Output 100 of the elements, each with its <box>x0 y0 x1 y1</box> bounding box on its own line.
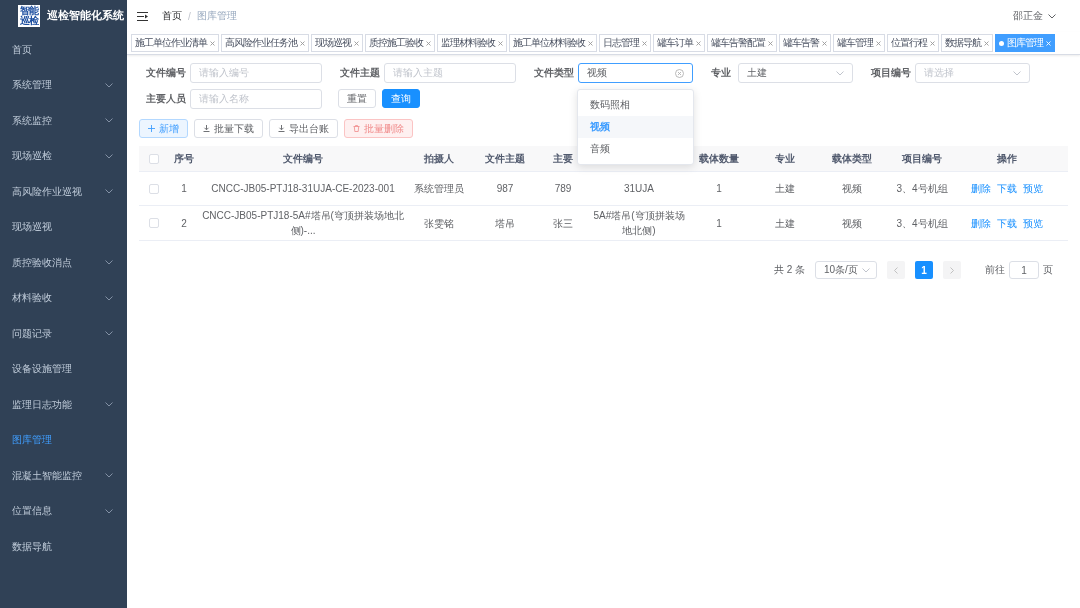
chevron-down-icon <box>1048 13 1056 19</box>
user-menu[interactable]: 邵正金 <box>1013 9 1066 23</box>
close-icon <box>984 40 989 46</box>
tab[interactable]: 监理材料验收 <box>437 34 507 52</box>
page-size-select[interactable]: 10条/页 <box>815 261 877 279</box>
column-header: 拍摄人 <box>423 151 455 166</box>
sidebar-item[interactable]: 图库管理 <box>0 422 127 458</box>
breadcrumb-item[interactable]: 首页 <box>162 9 182 23</box>
select-field[interactable]: 视频 <box>578 63 693 83</box>
close-icon <box>822 40 827 46</box>
tab[interactable]: 质控施工验收 <box>365 34 435 52</box>
table-cell-text: 789 <box>553 182 573 196</box>
sidebar-item[interactable]: 材料验收 <box>0 280 127 316</box>
close-icon <box>210 40 215 46</box>
close-icon <box>498 40 503 46</box>
table-cell-text: 1 <box>715 216 723 231</box>
table-cell-text: 土建 <box>774 182 796 196</box>
chevron-left-icon <box>894 266 898 274</box>
sidebar-item[interactable]: 混凝土智能监控 <box>0 458 127 494</box>
sidebar-item[interactable]: 高风险作业巡视 <box>0 174 127 210</box>
sidebar-item[interactable]: 首页 <box>0 32 127 68</box>
sidebar-item[interactable]: 质控验收消点 <box>0 245 127 281</box>
close-icon <box>768 40 773 46</box>
sidebar-item[interactable]: 现场巡视 <box>0 209 127 245</box>
field-label: 文件主题 <box>340 66 381 80</box>
dropdown-option[interactable]: 音频 <box>578 138 693 160</box>
field-label: 项目编号 <box>871 66 912 80</box>
page-suffix: 页 <box>1043 263 1053 277</box>
app-logo: 智能巡检 <box>18 5 40 27</box>
sidebar-item[interactable]: 设备设施管理 <box>0 351 127 387</box>
table-cell-text: 视频 <box>841 182 863 196</box>
table-cell-text: 3、4号机组 <box>895 216 949 231</box>
tab[interactable]: 施工单位作业清单 <box>131 34 219 52</box>
checkbox[interactable] <box>149 153 159 164</box>
breadcrumb-item: 图库管理 <box>196 9 237 23</box>
checkbox[interactable] <box>149 183 159 194</box>
checkbox[interactable] <box>149 218 159 228</box>
table-cell-text: 1 <box>715 182 723 196</box>
page-input[interactable]: 1 <box>1009 261 1039 279</box>
chevron-right-icon <box>950 266 954 274</box>
table-cell-text: 张三 <box>552 216 574 231</box>
tab[interactable]: 罐车管理 <box>833 34 885 52</box>
sidebar-item[interactable]: 系统管理 <box>0 67 127 103</box>
column-header: 序号 <box>173 151 195 166</box>
download-button[interactable]: 导出台账 <box>269 119 338 138</box>
tab[interactable]: 日志管理 <box>599 34 651 52</box>
breadcrumb-separator: / <box>188 10 191 22</box>
sidebar-item[interactable]: 数据导航 <box>0 529 127 565</box>
sidebar-item[interactable]: 监理日志功能 <box>0 387 127 423</box>
close-icon <box>1046 40 1051 46</box>
column-header: 载体数量 <box>698 151 740 166</box>
app-title: 巡检智能化系统 <box>47 9 124 23</box>
table-cell-text: 31UJA <box>623 182 655 196</box>
close-icon <box>876 40 881 46</box>
menu-icon <box>137 11 148 21</box>
table-cell-text: 系统管理员 <box>413 182 465 196</box>
sidebar-item[interactable]: 问题记录 <box>0 316 127 352</box>
action-link[interactable]: 删除 <box>971 215 991 231</box>
close-icon <box>696 40 701 46</box>
table-cell-text: 视频 <box>841 216 863 231</box>
table-cell-text: CNCC-JB05-PTJ18-5A#塔吊(穹顶拼装场地北侧)-... <box>201 209 405 238</box>
close-icon <box>930 40 935 46</box>
table-cell-text: 5A#塔吊(穹顶拼装场地北侧) <box>592 209 686 238</box>
chevron-down-icon <box>1013 70 1021 76</box>
table-cell-text: 3、4号机组 <box>895 182 949 196</box>
column-header: 专业 <box>774 151 796 166</box>
dot-icon <box>999 40 1004 46</box>
tab[interactable]: 位置行程 <box>887 34 939 52</box>
sidebar-item[interactable]: 现场巡检 <box>0 138 127 174</box>
action-link[interactable]: 删除 <box>971 181 991 196</box>
plus-icon <box>148 125 155 132</box>
dropdown-option[interactable]: 数码照相 <box>578 94 693 116</box>
field-label: 文件类型 <box>534 66 575 80</box>
close-icon <box>354 40 359 46</box>
table-cell-text: 1 <box>180 182 188 196</box>
table-cell-text: 土建 <box>774 216 796 231</box>
field-label: 主要人员 <box>146 92 187 106</box>
sidebar-item[interactable]: 系统监控 <box>0 103 127 139</box>
download-icon <box>203 125 210 132</box>
sidebar-item[interactable]: 位置信息 <box>0 493 127 529</box>
table-cell-text: 987 <box>495 182 515 196</box>
tab[interactable]: 罐车告警 <box>779 34 831 52</box>
total-count: 共 2 条 <box>773 263 805 277</box>
tab[interactable]: 罐车告警配置 <box>707 34 777 52</box>
close-icon <box>642 40 647 46</box>
next-page-button[interactable] <box>943 261 961 279</box>
tab[interactable]: 现场巡视 <box>311 34 363 52</box>
tab[interactable]: 高风险作业任务池 <box>221 34 309 52</box>
close-icon <box>426 40 431 46</box>
select-field[interactable]: 土建 <box>738 63 853 83</box>
column-header: 主要 <box>552 151 574 166</box>
field-label: 文件编号 <box>146 66 187 80</box>
download-button[interactable]: 批量下载 <box>194 119 263 138</box>
previous-page-button[interactable] <box>887 261 905 279</box>
column-header: 项目编号 <box>901 151 943 166</box>
tab[interactable]: 施工单位材料验收 <box>509 34 597 52</box>
tab[interactable]: 罐车订单 <box>653 34 705 52</box>
reset-button[interactable]: 重置 <box>338 89 376 108</box>
tab[interactable]: 数据导航 <box>941 34 993 52</box>
chevron-down-icon <box>836 70 844 76</box>
